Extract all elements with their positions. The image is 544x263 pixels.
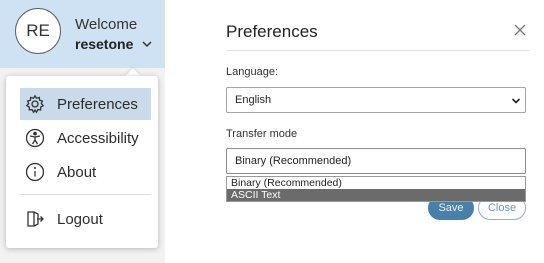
close-icon[interactable]	[513, 23, 527, 37]
language-select[interactable]: English	[226, 87, 526, 113]
menu-item-accessibility[interactable]: Accessibility	[20, 122, 151, 154]
option-binary[interactable]: Binary (Recommended)	[227, 177, 525, 189]
header-divider	[226, 50, 530, 51]
save-button-label: Save	[438, 202, 464, 214]
username: resetone	[75, 36, 134, 52]
menu-item-label: Logout	[57, 210, 103, 228]
menu-item-logout[interactable]: Logout	[20, 203, 151, 235]
menu-item-label: Accessibility	[57, 129, 139, 147]
menu-item-label: Preferences	[57, 95, 138, 113]
option-ascii-text[interactable]: ASCII Text	[227, 189, 525, 201]
language-value: English	[235, 94, 272, 106]
menu-caret	[125, 68, 141, 76]
close-button-label: Close	[487, 202, 517, 214]
menu-item-about[interactable]: About	[20, 156, 151, 188]
chevron-down-icon	[511, 98, 521, 104]
avatar-initials: RE	[26, 21, 50, 40]
transfer-mode-value: Binary (Recommended)	[235, 155, 352, 167]
language-label: Language:	[226, 66, 278, 78]
logout-icon	[24, 208, 46, 230]
menu-item-label: About	[57, 163, 97, 181]
menu-item-preferences[interactable]: Preferences	[20, 88, 151, 120]
transfer-mode-select[interactable]: Binary (Recommended)	[226, 148, 526, 174]
user-menu: Preferences Accessibility About Logout	[6, 76, 158, 248]
page-title: Preferences	[226, 22, 318, 41]
accessibility-icon	[24, 127, 46, 149]
transfer-mode-options: Binary (Recommended) ASCII Text	[226, 176, 526, 202]
avatar[interactable]: RE	[15, 8, 61, 54]
gear-icon	[24, 93, 46, 115]
transfer-mode-label: Transfer mode	[226, 128, 298, 140]
menu-divider	[20, 194, 151, 195]
chevron-down-icon[interactable]	[141, 38, 153, 50]
user-header[interactable]: RE Welcome resetone	[0, 0, 165, 68]
welcome-text: Welcome	[75, 16, 138, 33]
info-icon	[24, 161, 46, 183]
